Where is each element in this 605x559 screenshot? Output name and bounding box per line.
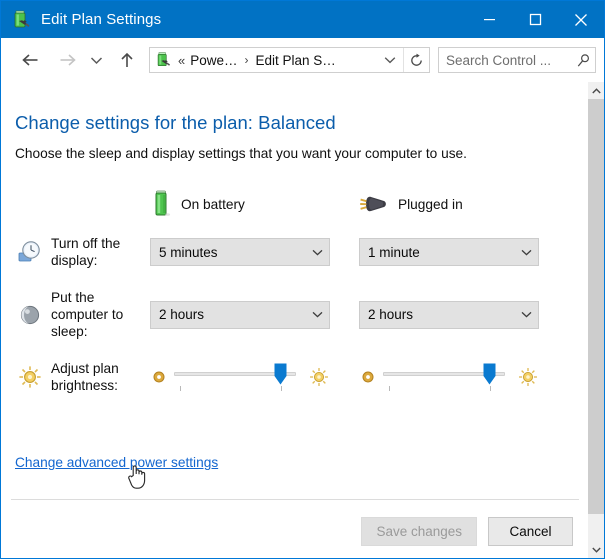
- body-region: Change settings for the plan: Balanced C…: [1, 82, 604, 558]
- breadcrumb-item-power-options[interactable]: Powe…: [190, 53, 237, 68]
- vertical-scrollbar[interactable]: [587, 82, 604, 558]
- slider-track-wrap[interactable]: [383, 360, 505, 394]
- power-settings-table: On battery Plugged in Turn off the displ…: [1, 183, 587, 400]
- combobox-value: 2 hours: [159, 307, 205, 322]
- dim-brightness-icon: [359, 368, 377, 386]
- setting-label-turn-off-display: Turn off the display:: [51, 236, 121, 268]
- search-box[interactable]: [438, 47, 596, 73]
- bright-brightness-icon: [308, 366, 330, 388]
- slider-track-wrap[interactable]: [174, 360, 296, 394]
- chevron-down-icon[interactable]: [305, 311, 329, 318]
- back-arrow-icon[interactable]: [16, 46, 44, 74]
- column-header-plugged-in: Plugged in: [359, 191, 539, 217]
- save-changes-button[interactable]: Save changes: [361, 517, 477, 546]
- footer-divider: [11, 499, 579, 500]
- page-subtitle: Choose the sleep and display settings th…: [15, 146, 467, 161]
- advanced-link-container: Change advanced power settings: [1, 454, 587, 489]
- hand-pointer-cursor: [127, 462, 149, 490]
- combobox-turn-off-display-on-battery[interactable]: 5 minutes: [150, 238, 330, 266]
- setting-row-turn-off-display: Turn off the display: 5 minutes 1 minute: [15, 229, 587, 275]
- battery-icon: [150, 189, 172, 219]
- setting-row-put-computer-to-sleep: Put the computer to sleep: 2 hours 2 hou…: [15, 289, 587, 340]
- refresh-icon[interactable]: [403, 48, 429, 72]
- dim-brightness-icon: [150, 368, 168, 386]
- battery-plug-icon: [10, 9, 32, 31]
- maximize-button[interactable]: [512, 1, 558, 38]
- breadcrumb-overflow[interactable]: «: [178, 53, 185, 68]
- scrollbar-track[interactable]: [588, 99, 604, 541]
- combobox-value: 1 minute: [368, 244, 420, 260]
- combobox-sleep-plugged-in[interactable]: 2 hours: [359, 300, 539, 329]
- combobox-sleep-on-battery[interactable]: 2 hours: [150, 300, 330, 329]
- change-advanced-power-settings-link[interactable]: Change advanced power settings: [15, 455, 218, 470]
- power-options-icon: [154, 51, 172, 69]
- scroll-down-arrow-icon[interactable]: [588, 541, 604, 558]
- slider-tick-min: [389, 386, 391, 391]
- forward-arrow-icon: [53, 46, 81, 74]
- window-title: Edit Plan Settings: [41, 11, 162, 28]
- address-breadcrumb-bar[interactable]: « Powe… › Edit Plan S…: [149, 47, 430, 73]
- setting-label-put-computer-to-sleep: Put the computer to sleep:: [51, 290, 124, 339]
- search-input[interactable]: [439, 49, 571, 71]
- breadcrumb-separator: ›: [244, 53, 249, 67]
- recent-locations-chevron-down-icon[interactable]: [85, 46, 107, 74]
- navigation-bar: « Powe… › Edit Plan S…: [1, 38, 604, 82]
- window-controls: [466, 1, 604, 38]
- edit-plan-settings-window: Edit Plan Settings « Powe… › Edit Plan S…: [0, 0, 605, 559]
- column-header-row: On battery Plugged in: [15, 183, 587, 225]
- sleep-moon-icon: [17, 302, 43, 328]
- chevron-down-icon[interactable]: [514, 249, 538, 256]
- combobox-turn-off-display-plugged-in[interactable]: 1 minute: [359, 238, 539, 266]
- minimize-button[interactable]: [466, 1, 512, 38]
- window-titlebar: Edit Plan Settings: [1, 1, 604, 38]
- slider-thumb[interactable]: [274, 363, 287, 385]
- combobox-value: 5 minutes: [159, 244, 218, 260]
- slider-tick-max: [281, 386, 283, 391]
- scrollbar-thumb[interactable]: [588, 99, 604, 514]
- slider-brightness-plugged-in[interactable]: [359, 357, 539, 397]
- up-arrow-icon[interactable]: [113, 46, 141, 74]
- brightness-sun-icon: [17, 364, 43, 390]
- chevron-down-icon[interactable]: [305, 249, 329, 256]
- close-button[interactable]: [558, 1, 604, 38]
- scroll-up-arrow-icon[interactable]: [588, 82, 604, 99]
- display-clock-icon: [17, 239, 43, 265]
- bright-brightness-icon: [517, 366, 539, 388]
- combobox-value: 2 hours: [368, 307, 414, 322]
- search-icon[interactable]: [571, 53, 595, 68]
- slider-brightness-on-battery[interactable]: [150, 357, 330, 397]
- content-pane: Change settings for the plan: Balanced C…: [1, 82, 587, 558]
- column-header-plugged-in-label: Plugged in: [398, 196, 463, 212]
- setting-label-adjust-plan-brightness: Adjust plan brightness:: [51, 361, 119, 393]
- chevron-down-icon[interactable]: [514, 311, 538, 318]
- slider-tick-max: [490, 386, 492, 391]
- breadcrumb-chevron-down-icon[interactable]: [377, 48, 403, 72]
- column-header-on-battery-label: On battery: [181, 196, 245, 212]
- breadcrumb-item-edit-plan-settings[interactable]: Edit Plan S…: [256, 53, 336, 68]
- setting-row-adjust-plan-brightness: Adjust plan brightness:: [15, 354, 587, 400]
- power-plug-icon: [359, 191, 389, 217]
- slider-tick-min: [180, 386, 182, 391]
- slider-thumb[interactable]: [483, 363, 496, 385]
- column-header-on-battery: On battery: [150, 189, 330, 219]
- cancel-button[interactable]: Cancel: [488, 517, 573, 546]
- dialog-footer: Save changes Cancel: [361, 517, 573, 546]
- page-title: Change settings for the plan: Balanced: [15, 112, 336, 133]
